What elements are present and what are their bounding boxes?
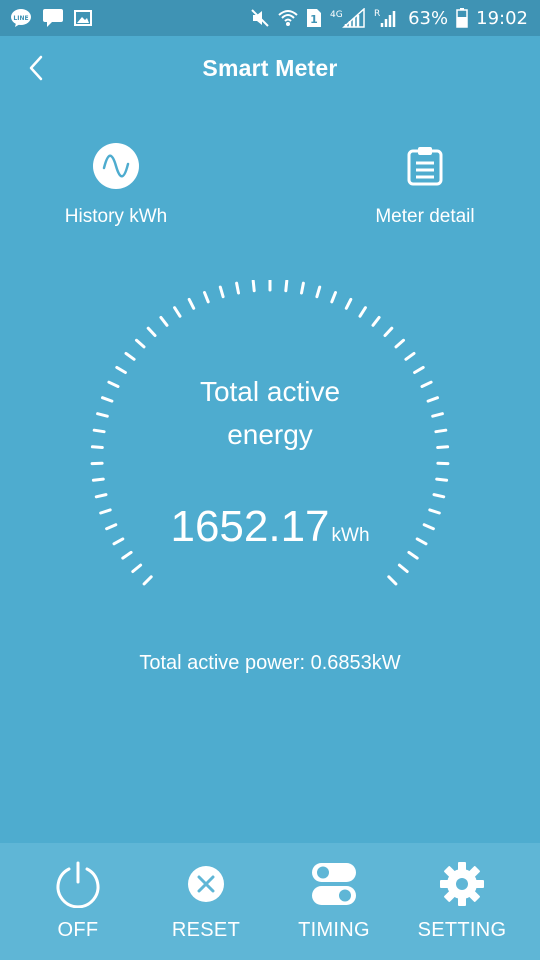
line-app-icon: LINE — [10, 8, 32, 28]
svg-text:R: R — [374, 9, 380, 19]
energy-value: 1652.17 — [170, 502, 330, 551]
power-icon — [54, 859, 102, 909]
close-circle-icon — [187, 859, 225, 909]
gauge-tick — [91, 477, 105, 482]
svg-text:4G: 4G — [330, 10, 343, 20]
back-button[interactable] — [18, 50, 54, 86]
gauge-tick — [432, 493, 446, 499]
gauge-tick — [146, 326, 157, 337]
off-button[interactable]: OFF — [18, 859, 138, 942]
gauge-tick — [235, 281, 240, 295]
timing-label: TIMING — [298, 919, 370, 941]
chat-bubble-icon — [42, 8, 64, 28]
gauge-label-line1: Total active — [199, 376, 341, 407]
bottom-bar: OFF RESET TIMING SETTING — [0, 843, 540, 960]
clock: 19:02 — [476, 7, 528, 29]
gauge-label: Total active energy — [80, 370, 460, 456]
gauge-tick — [94, 493, 108, 499]
reset-button[interactable]: RESET — [146, 859, 266, 942]
gauge-tick — [387, 575, 398, 586]
energy-unit: kWh — [331, 525, 370, 546]
meter-detail-label: Meter detail — [375, 206, 475, 227]
setting-label: SETTING — [417, 919, 507, 941]
gauge-tick — [358, 306, 367, 318]
gauge-tick — [203, 291, 210, 304]
gauge-tick — [284, 280, 289, 293]
notification-icons: LINE — [10, 8, 92, 28]
reset-label: RESET — [171, 919, 241, 941]
signal-4g-icon: 4G — [330, 8, 366, 28]
signal-roaming-icon: R — [374, 8, 400, 28]
gauge-tick — [371, 315, 381, 327]
clipboard-icon — [406, 140, 444, 192]
app-bar: Smart Meter — [0, 36, 540, 100]
gear-icon — [438, 859, 486, 909]
battery-icon — [456, 8, 468, 28]
off-label: OFF — [57, 919, 99, 941]
gauge-tick — [407, 550, 419, 560]
gauge-tick — [315, 285, 322, 299]
gauge-tick — [121, 550, 133, 560]
gauge-tick — [383, 326, 394, 337]
chevron-left-icon — [29, 55, 43, 81]
gauge-tick — [135, 338, 146, 349]
history-kwh-label: History kWh — [64, 206, 168, 227]
svg-text:LINE: LINE — [13, 15, 28, 22]
svg-text:1: 1 — [310, 13, 318, 26]
meter-detail-button[interactable]: Meter detail — [355, 140, 495, 228]
image-icon — [74, 9, 92, 27]
gauge-label-line2: energy — [227, 419, 313, 450]
gauge-tick — [131, 563, 143, 573]
energy-gauge: Total active energy 1652.17 kWh — [80, 280, 460, 610]
gauge-tick — [173, 306, 182, 318]
gauge-tick — [435, 477, 449, 482]
timing-button[interactable]: TIMING — [274, 859, 394, 942]
system-icons: 1 4G R 63% 19:02 — [250, 8, 528, 29]
total-active-power: Total active power: 0.6853kW — [139, 652, 401, 674]
gauge-tick — [218, 285, 225, 299]
wifi-icon — [278, 9, 298, 27]
gauge-tick — [251, 280, 256, 293]
status-bar: LINE 1 4G R 63% 19:02 — [0, 0, 540, 36]
page-title: Smart Meter — [202, 54, 338, 81]
gauge-tick — [124, 351, 136, 361]
setting-button[interactable]: SETTING — [402, 859, 522, 942]
gauge-tick — [397, 563, 409, 573]
gauge-value: 1652.17 kWh — [80, 502, 460, 552]
waveform-icon — [92, 140, 140, 192]
gauge-tick — [159, 315, 169, 327]
gauge-tick — [344, 297, 353, 310]
history-kwh-button[interactable]: History kWh — [46, 140, 186, 228]
mute-icon — [250, 8, 270, 28]
gauge-tick — [300, 281, 305, 295]
gauge-tick — [330, 291, 337, 304]
gauge-tick — [394, 338, 405, 349]
battery-percent: 63% — [408, 7, 449, 29]
sim1-icon: 1 — [306, 8, 322, 28]
toggle-switches-icon — [311, 859, 357, 909]
gauge-tick — [142, 575, 153, 586]
gauge-tick — [187, 297, 196, 310]
gauge-tick — [404, 351, 416, 361]
